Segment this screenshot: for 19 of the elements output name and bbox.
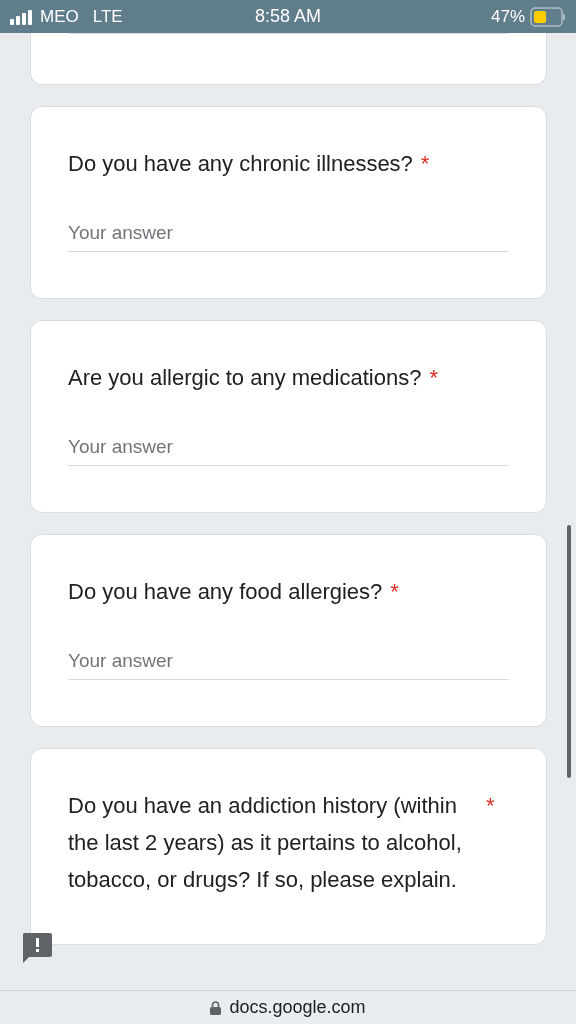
question-text: Are you allergic to any medications? bbox=[68, 364, 422, 392]
feedback-icon[interactable] bbox=[21, 932, 53, 964]
answer-field[interactable]: Your answer bbox=[68, 643, 509, 680]
required-asterisk: * bbox=[420, 150, 430, 178]
question-text: Do you have any food allergies? bbox=[68, 578, 383, 606]
battery-icon bbox=[530, 6, 566, 27]
clock: 8:58 AM bbox=[255, 5, 321, 28]
required-asterisk: * bbox=[429, 364, 438, 392]
network-type: LTE bbox=[92, 5, 123, 28]
required-asterisk: * bbox=[390, 578, 399, 606]
battery-percentage: 47% bbox=[490, 5, 525, 28]
carrier-name: MEO bbox=[40, 5, 79, 28]
required-asterisk: * bbox=[486, 792, 495, 820]
question-text: Do you have an addiction history (within the last 2 years) as it pertains to alcohol, tobacco, or drugs? If so, please explain. bbox=[68, 792, 463, 894]
answer-field[interactable]: Your answer bbox=[68, 215, 509, 252]
lock-icon bbox=[210, 1000, 222, 1015]
url-text[interactable]: docs.google.com bbox=[229, 994, 366, 1021]
answer-field[interactable]: Your answer bbox=[68, 429, 509, 466]
question-text: Do you have any chronic illnesses? bbox=[68, 150, 413, 178]
